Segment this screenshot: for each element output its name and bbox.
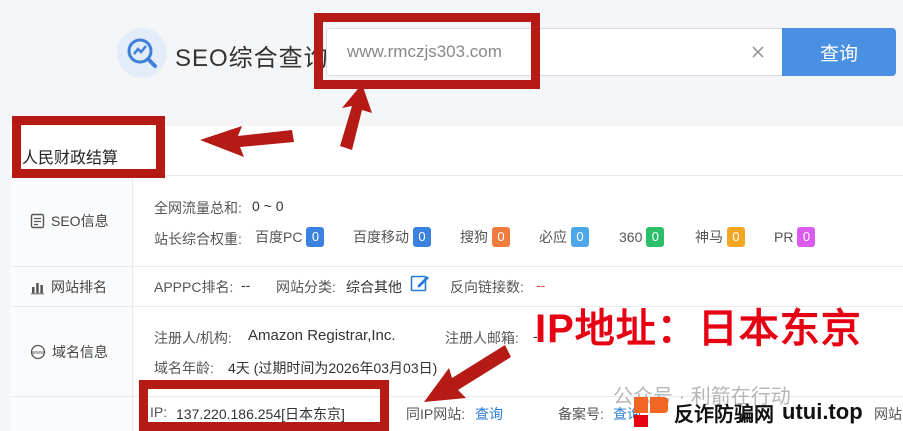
registrant-value: Amazon Registrar,Inc. bbox=[248, 327, 396, 344]
section-seo-info: SEO信息 bbox=[30, 211, 109, 231]
annotation-box-site-name bbox=[12, 116, 165, 178]
section-rank: 网站排名 bbox=[30, 277, 107, 297]
same-ip-label: 同IP网站: bbox=[406, 406, 466, 422]
weight-name: PR bbox=[774, 229, 794, 245]
weight-name: 神马 bbox=[695, 229, 723, 245]
section-seo-label: SEO信息 bbox=[51, 213, 109, 229]
svg-text:www: www bbox=[32, 350, 44, 356]
same-ip-query-link[interactable]: 查询 bbox=[475, 404, 503, 424]
brand-logo-icon bbox=[634, 397, 668, 427]
bar-chart-icon bbox=[31, 282, 44, 294]
annotation-ip-location: IP地址：日本东京 bbox=[535, 307, 862, 351]
weight-badge: 0 bbox=[646, 227, 665, 247]
edit-icon[interactable] bbox=[410, 273, 430, 298]
weight-pr[interactable]: PR 0 bbox=[774, 227, 816, 247]
divider bbox=[10, 266, 903, 267]
document-icon bbox=[30, 213, 45, 229]
weight-bing[interactable]: 必应 0 bbox=[539, 227, 589, 247]
weight-name: 必应 bbox=[539, 229, 567, 245]
weight-shenma[interactable]: 神马 0 bbox=[695, 227, 745, 247]
page-title: SEO综合查询 bbox=[175, 45, 329, 72]
icp-label: 备案号: bbox=[558, 406, 604, 422]
weight-badge: 0 bbox=[571, 227, 589, 247]
backlinks-value: -- bbox=[536, 277, 546, 293]
weight-360[interactable]: 360 0 bbox=[619, 227, 665, 247]
age-value: 4天 (过期时间为2026年03月03日) bbox=[228, 360, 438, 376]
brand-domain: utui.top bbox=[782, 399, 863, 424]
registrant-label: 注册人/机构: bbox=[154, 330, 232, 346]
weight-badge: 0 bbox=[797, 227, 816, 247]
section-domain-label: 域名信息 bbox=[52, 344, 108, 360]
annotation-box-ip bbox=[139, 380, 389, 431]
brand-name: 反诈防骗网 bbox=[674, 403, 774, 426]
weight-name: 百度PC bbox=[255, 229, 303, 245]
category-value: 综合其他 bbox=[346, 279, 402, 295]
traffic-value: 0 ~ 0 bbox=[252, 198, 284, 214]
weight-baidu-mobile[interactable]: 百度移动 0 bbox=[353, 227, 431, 247]
seo-logo-icon bbox=[117, 28, 167, 78]
www-globe-icon: www bbox=[30, 344, 46, 360]
weight-badge: 0 bbox=[306, 227, 325, 247]
traffic-label: 全网流量总和: bbox=[154, 200, 242, 216]
apppc-label: APPPC排名: bbox=[154, 279, 234, 295]
category-label: 网站分类: bbox=[276, 279, 336, 295]
search-button[interactable]: 查询 bbox=[782, 28, 896, 76]
weight-badge: 0 bbox=[727, 227, 745, 247]
weight-name: 搜狗 bbox=[460, 229, 488, 245]
weight-badge: 0 bbox=[492, 227, 510, 247]
section-domain: www 域名信息 bbox=[30, 342, 108, 362]
clear-icon[interactable] bbox=[750, 44, 766, 60]
weight-label: 站长综合权重: bbox=[154, 231, 242, 247]
weight-sogou[interactable]: 搜狗 0 bbox=[460, 227, 510, 247]
weight-name: 360 bbox=[619, 229, 643, 245]
watermark-brand: 反诈防骗网 utui.top bbox=[630, 393, 903, 431]
email-label: 注册人邮箱: bbox=[445, 330, 519, 346]
weight-baidu-pc[interactable]: 百度PC 0 bbox=[255, 227, 325, 247]
weight-badge: 0 bbox=[413, 227, 431, 247]
age-label: 域名年龄: bbox=[154, 360, 214, 376]
apppc-value: -- bbox=[241, 277, 251, 293]
backlinks-label: 反向链接数: bbox=[450, 279, 524, 295]
annotation-box-search bbox=[314, 13, 540, 89]
section-rank-label: 网站排名 bbox=[51, 279, 107, 295]
weight-name: 百度移动 bbox=[353, 229, 409, 245]
